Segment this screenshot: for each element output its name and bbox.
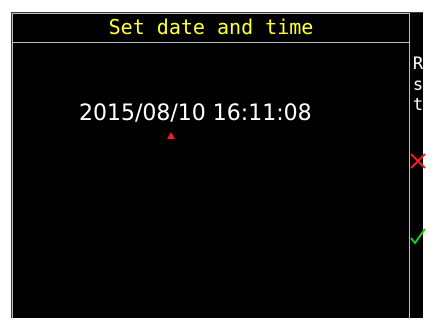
title-bar: Set date and time xyxy=(12,13,410,43)
reset-key-letter-r[interactable]: R xyxy=(411,56,425,73)
reset-key-letter-s[interactable]: s xyxy=(411,77,425,94)
reset-key-letter-t[interactable]: t xyxy=(411,97,425,114)
screen-title: Set date and time xyxy=(108,15,314,39)
confirm-checkmark-icon[interactable] xyxy=(410,227,426,245)
device-screen: Set date and time 2015/08/10 16:11:08 R … xyxy=(11,12,426,319)
softkey-column: R s t xyxy=(410,13,426,319)
main-panel: 2015/08/10 16:11:08 xyxy=(12,43,410,319)
edit-cursor-icon xyxy=(167,132,175,139)
datetime-value[interactable]: 2015/08/10 16:11:08 xyxy=(79,101,312,126)
cancel-cross-icon[interactable] xyxy=(410,152,426,170)
